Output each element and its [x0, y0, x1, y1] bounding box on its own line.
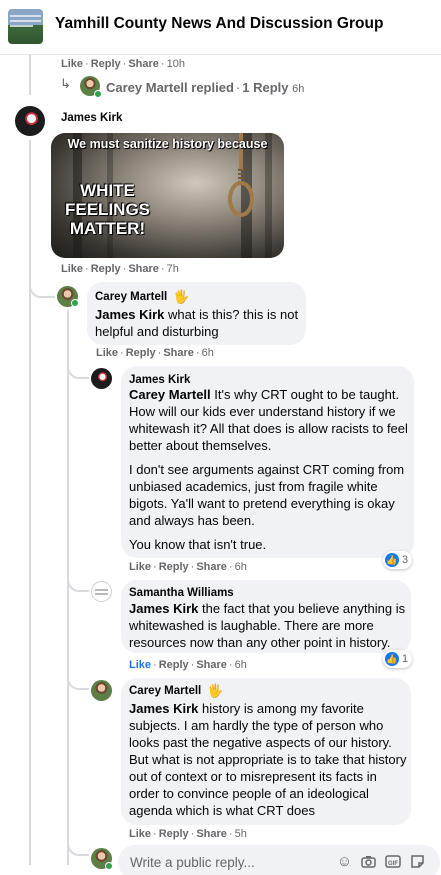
- meme-image[interactable]: We must sanitize history because WHITE F…: [51, 133, 284, 258]
- comment-author[interactable]: James Kirk: [129, 374, 190, 386]
- comment-bubble: Samantha Williams James Kirk the fact th…: [121, 580, 411, 653]
- avatar[interactable]: [15, 106, 45, 136]
- share-link[interactable]: Share: [128, 263, 159, 275]
- online-indicator: [105, 862, 113, 870]
- comment-author[interactable]: Carey Martell: [129, 685, 201, 697]
- comment-text: James Kirk history is among my favorite …: [129, 701, 407, 818]
- sticker-icon[interactable]: [409, 853, 426, 870]
- comment-actions: Like · Reply · Share · 6h: [129, 659, 247, 671]
- reply-input[interactable]: [130, 853, 330, 871]
- online-indicator: [94, 90, 102, 98]
- comment-text: James Kirk the fact that you believe any…: [129, 601, 406, 650]
- like-link[interactable]: Like: [61, 263, 83, 275]
- comment-author[interactable]: James Kirk: [61, 112, 122, 124]
- share-link[interactable]: Share: [163, 347, 194, 359]
- camera-icon[interactable]: [360, 853, 377, 870]
- timestamp[interactable]: 6h: [202, 347, 214, 359]
- reply-link[interactable]: Reply: [91, 58, 121, 70]
- share-link[interactable]: Share: [196, 828, 227, 840]
- timestamp[interactable]: 5h: [235, 828, 247, 840]
- reply-link[interactable]: Reply: [159, 659, 189, 671]
- share-link[interactable]: Share: [196, 659, 227, 671]
- like-link[interactable]: Like: [61, 58, 83, 70]
- avatar[interactable]: [91, 581, 112, 602]
- like-link[interactable]: Like: [129, 659, 151, 671]
- comment-text: James Kirk what is this? this is not hel…: [95, 307, 299, 339]
- thread-connector: [67, 578, 89, 592]
- collapsed-reply-text: Carey Martell replied: [106, 80, 234, 95]
- comment-actions: Like · Reply · Share · 6h: [129, 561, 247, 573]
- thread-connector: [67, 842, 89, 856]
- group-title[interactable]: Yamhill County News And Discussion Group: [55, 15, 383, 33]
- mention-link[interactable]: James Kirk: [95, 307, 164, 322]
- reply-link[interactable]: Reply: [159, 828, 189, 840]
- reply-link[interactable]: Reply: [91, 263, 121, 275]
- reaction-count[interactable]: 👍 1: [383, 650, 413, 668]
- online-indicator: [71, 299, 79, 307]
- group-header: Yamhill County News And Discussion Group: [0, 0, 441, 55]
- comment-bubble: James Kirk Carey Martell It's why CRT ou…: [121, 366, 414, 558]
- glove-icon: 🖐: [207, 683, 224, 698]
- mention-link[interactable]: James Kirk: [129, 701, 198, 716]
- meme-top-text: We must sanitize history because: [67, 137, 268, 151]
- like-reaction-icon: 👍: [385, 553, 399, 567]
- comment-actions: Like · Reply · Share · 6h: [96, 347, 214, 359]
- thread-line: [29, 55, 31, 95]
- like-reaction-icon: 👍: [385, 652, 399, 666]
- view-replies-link[interactable]: Carey Martell replied · 1 Reply 6h: [106, 80, 304, 95]
- reply-arrow-icon: ↳: [60, 76, 71, 91]
- reply-link[interactable]: Reply: [126, 347, 156, 359]
- gif-icon[interactable]: GIF: [384, 853, 401, 870]
- timestamp: 6h: [292, 83, 305, 95]
- avatar[interactable]: [91, 368, 112, 389]
- thread-connector: [67, 365, 89, 379]
- timestamp[interactable]: 6h: [235, 561, 247, 573]
- comment-actions: Like · Reply · Share · 10h: [61, 58, 185, 70]
- meme-caption: WHITE FEELINGS MATTER!: [65, 181, 151, 238]
- reply-composer[interactable]: ☺ GIF: [118, 845, 440, 875]
- reply-count: 1 Reply: [242, 80, 289, 95]
- share-link[interactable]: Share: [128, 58, 159, 70]
- thread-connector: [29, 280, 55, 298]
- comment-author[interactable]: Carey Martell: [95, 291, 167, 303]
- timestamp[interactable]: 6h: [235, 659, 247, 671]
- thread-connector: [67, 676, 89, 690]
- comment-author[interactable]: Samantha Williams: [129, 587, 234, 599]
- timestamp[interactable]: 10h: [167, 58, 185, 70]
- comment-text: Carey Martell It's why CRT ought to be t…: [129, 387, 408, 552]
- emoji-icon[interactable]: ☺: [336, 853, 353, 870]
- comment-actions: Like · Reply · Share · 5h: [129, 828, 247, 840]
- like-link[interactable]: Like: [129, 561, 151, 573]
- timestamp[interactable]: 7h: [167, 263, 179, 275]
- glove-icon: 🖐: [173, 289, 190, 304]
- like-link[interactable]: Like: [96, 347, 118, 359]
- reaction-count[interactable]: 👍 3: [383, 551, 413, 569]
- comment-bubble: Carey Martell 🖐 James Kirk history is am…: [121, 678, 411, 825]
- mention-link[interactable]: James Kirk: [129, 601, 198, 616]
- avatar[interactable]: [91, 680, 112, 701]
- comment-actions: Like · Reply · Share · 7h: [61, 263, 179, 275]
- group-thumbnail[interactable]: [8, 9, 43, 44]
- svg-text:GIF: GIF: [388, 861, 398, 867]
- reply-link[interactable]: Reply: [159, 561, 189, 573]
- mention-link[interactable]: Carey Martell: [129, 387, 211, 402]
- thread-line: [29, 140, 31, 865]
- like-link[interactable]: Like: [129, 828, 151, 840]
- comment-bubble: Carey Martell 🖐 James Kirk what is this?…: [87, 282, 306, 345]
- share-link[interactable]: Share: [196, 561, 227, 573]
